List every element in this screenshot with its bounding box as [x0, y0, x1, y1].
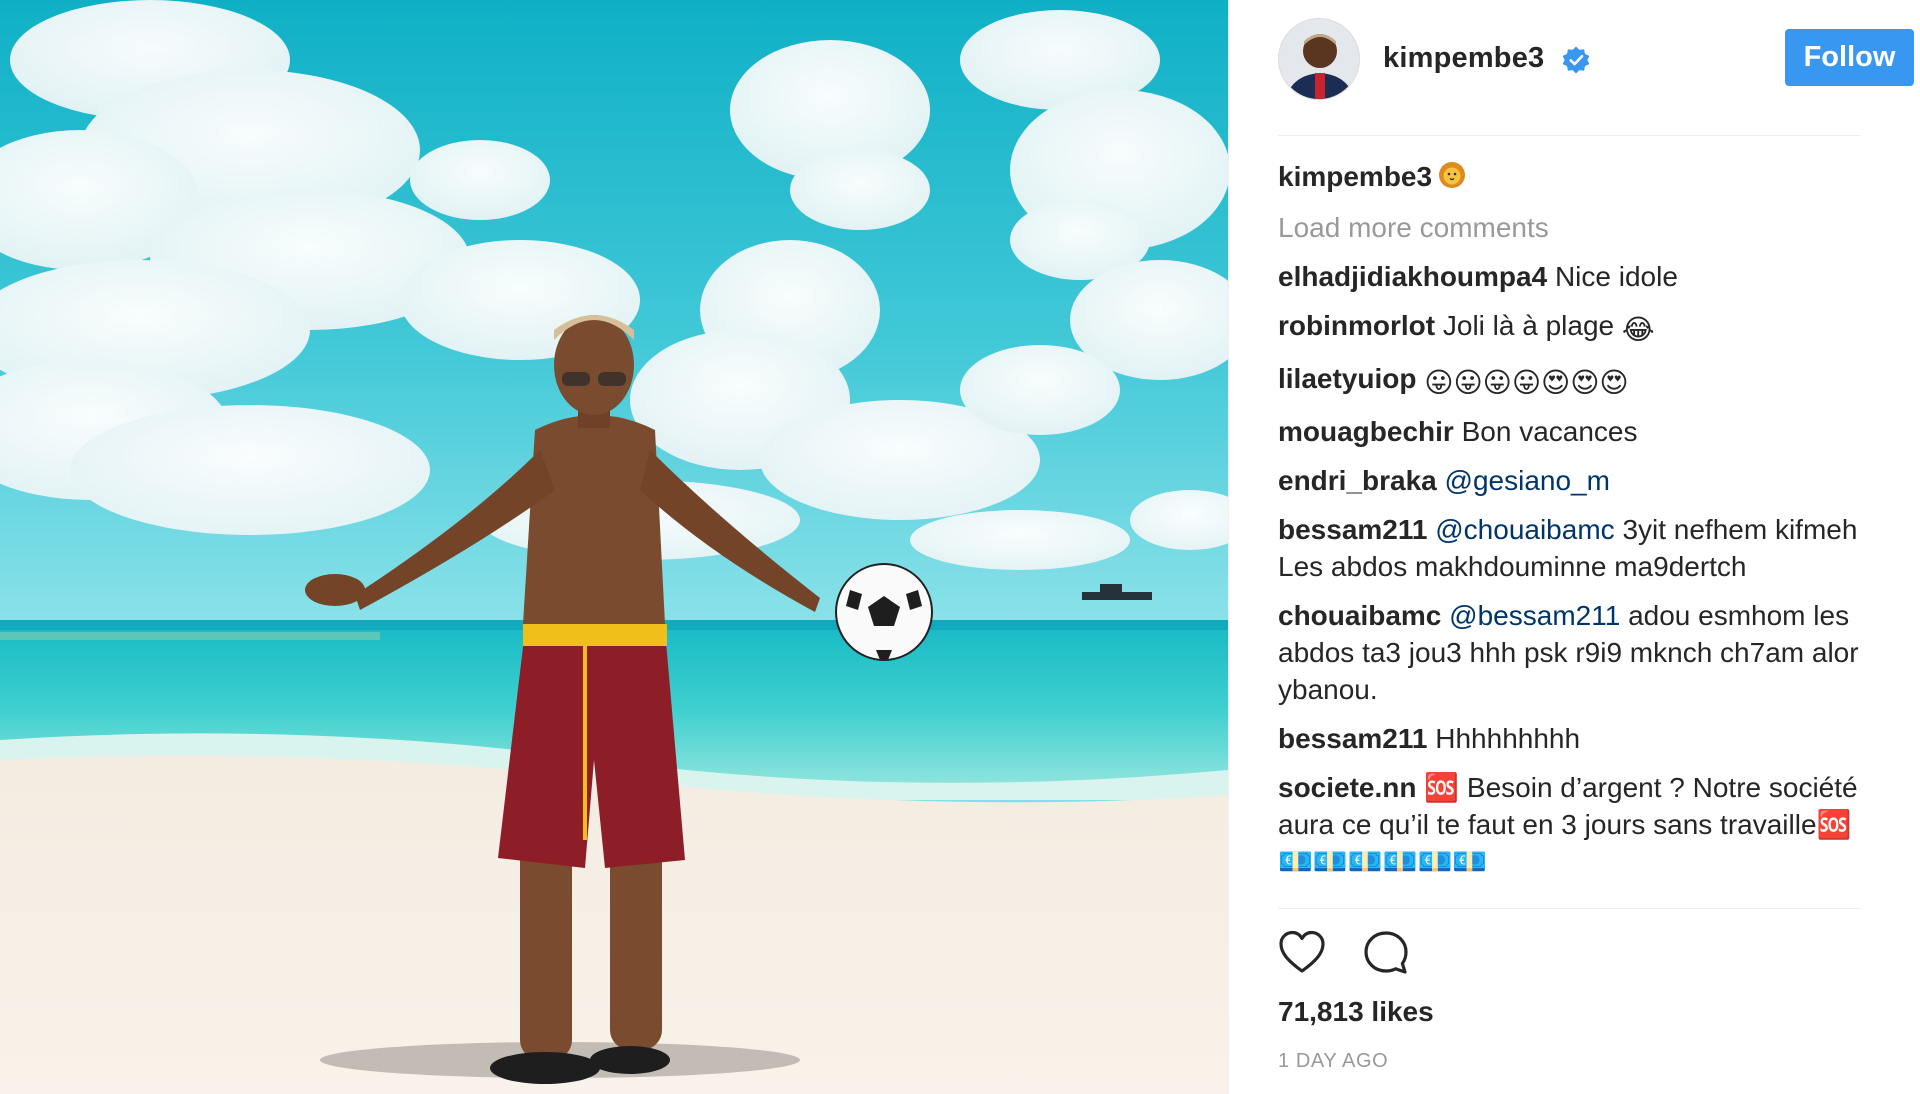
comment-item: robinmorlot Joli là à plage 😂 — [1278, 307, 1868, 348]
comment-item: elhadjidiakhoumpa4 Nice idole — [1278, 258, 1868, 295]
post-actions — [1278, 929, 1478, 979]
post-timestamp[interactable]: 1 DAY AGO — [1278, 1050, 1388, 1073]
comment-item: endri_braka @gesiano_m — [1278, 462, 1868, 499]
post-header: kimpembe3 Follow — [1278, 18, 1914, 136]
avatar-image — [1279, 19, 1359, 99]
post-photo[interactable] — [0, 0, 1228, 1094]
actions-divider — [1278, 908, 1861, 909]
comment-text: Hhhhhhhhh — [1435, 723, 1581, 754]
likes-count[interactable]: 71,813 likes — [1278, 996, 1434, 1028]
comment-item: chouaibamc @bessam211 adou esmhom les ab… — [1278, 597, 1868, 708]
author-username[interactable]: kimpembe3 — [1383, 42, 1544, 75]
follow-button[interactable]: Follow — [1785, 29, 1914, 86]
comment-item: lilaetyuiop 😛😛😛😛😍😍😍 — [1278, 360, 1868, 401]
comment-item: bessam211 Hhhhhhhhh — [1278, 720, 1868, 757]
comment-text: Nice idole — [1554, 261, 1678, 292]
comment-mention[interactable]: @bessam211 — [1449, 600, 1620, 631]
comments-list: kimpembe3 Load more comments elhadjidiak… — [1278, 158, 1868, 908]
comment-username[interactable]: robinmorlot — [1278, 310, 1435, 341]
heart-icon[interactable] — [1278, 929, 1326, 977]
avatar[interactable] — [1278, 18, 1360, 100]
comment-mention[interactable]: @chouaibamc — [1435, 514, 1614, 545]
verified-badge-icon — [1562, 46, 1590, 74]
caption-username[interactable]: kimpembe3 — [1278, 161, 1432, 192]
comment-emoji: 😂 — [1621, 314, 1655, 345]
comment-username[interactable]: societe.nn — [1278, 772, 1416, 803]
post-caption: kimpembe3 — [1278, 158, 1868, 204]
comment-emoji-row: 😛😛😛😛😍😍😍 — [1424, 367, 1629, 398]
comment-mention[interactable]: @gesiano_m — [1445, 465, 1610, 496]
comment-username[interactable]: bessam211 — [1278, 723, 1427, 754]
load-more-comments-button[interactable]: Load more comments — [1278, 204, 1868, 258]
comment-username[interactable]: chouaibamc — [1278, 600, 1441, 631]
comment-item: societe.nn 🆘 Besoin d’argent ? Notre soc… — [1278, 769, 1868, 880]
comment-item: bessam211 @chouaibamc 3yit nefhem kifmeh… — [1278, 511, 1868, 585]
comment-text: Bon vacances — [1461, 416, 1638, 447]
comment-username[interactable]: elhadjidiakhoumpa4 — [1278, 261, 1547, 292]
post-side-panel: kimpembe3 Follow kimpembe3 Load more com… — [1228, 0, 1920, 1094]
comment-username[interactable]: mouagbechir — [1278, 416, 1454, 447]
comment-text: Joli là à plage — [1442, 310, 1615, 341]
lion-icon — [1439, 162, 1466, 188]
beach-scene-illustration — [0, 0, 1228, 1094]
comment-item: mouagbechir Bon vacances — [1278, 413, 1868, 450]
comment-username[interactable]: lilaetyuiop — [1278, 363, 1416, 394]
comment-username[interactable]: bessam211 — [1278, 514, 1427, 545]
comment-icon[interactable] — [1362, 929, 1410, 977]
comment-username[interactable]: endri_braka — [1278, 465, 1437, 496]
